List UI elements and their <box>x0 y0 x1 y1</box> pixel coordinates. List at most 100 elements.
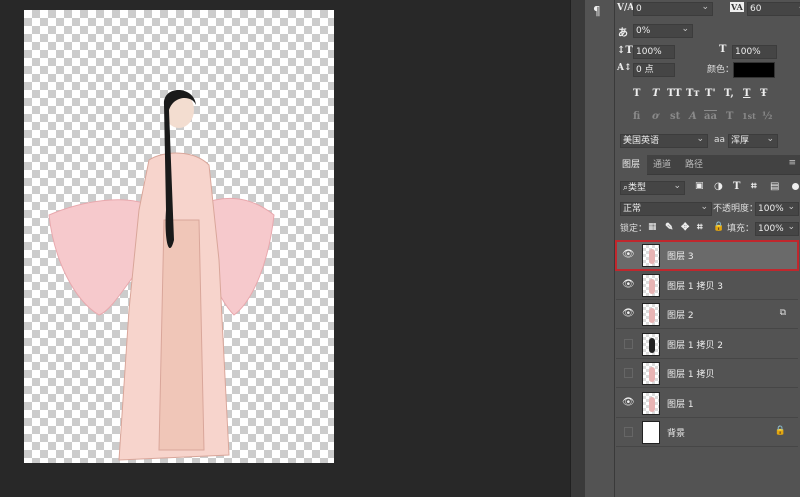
layer-name: 图层 1 拷贝 2 <box>667 340 724 351</box>
lock-transparent-icon[interactable]: ▦ <box>648 222 657 232</box>
layer-row[interactable]: 👁 图层 3 <box>615 240 799 271</box>
fractions-button[interactable]: ½ <box>762 111 772 122</box>
lock-all-icon[interactable]: 🔒 <box>713 222 724 232</box>
titling-alternates-button[interactable]: T <box>726 111 733 122</box>
panel-menu-icon[interactable]: ≡ <box>788 158 796 168</box>
filter-pixel-icon[interactable]: ▣ <box>695 181 704 191</box>
layer-thumbnail <box>642 362 660 385</box>
tracking-value: 60 <box>750 4 762 14</box>
filter-adjustment-icon[interactable]: ◑ <box>714 181 723 192</box>
document-canvas[interactable] <box>24 10 334 463</box>
eye-icon[interactable]: 👁 <box>622 309 635 319</box>
underline-button[interactable]: T <box>743 88 750 99</box>
fill-field[interactable]: 100% <box>755 221 799 236</box>
eye-icon[interactable]: 👁 <box>622 250 635 260</box>
eye-icon[interactable]: 👁 <box>622 279 635 290</box>
blend-mode-value: 正常 <box>623 204 642 214</box>
opacity-label: 不透明度： <box>713 204 759 214</box>
antialias-value: 浑厚 <box>731 136 750 146</box>
filter-smart-object-icon[interactable]: ▤ <box>770 181 779 192</box>
layer-row[interactable]: 👁 图层 1 拷贝 3 <box>616 271 798 300</box>
layer-thumbnail <box>642 332 660 356</box>
horizontal-scale-field[interactable]: 100% <box>732 45 777 59</box>
figure-image <box>48 90 275 461</box>
layer-row[interactable]: 图层 1 拷贝 2 <box>616 330 798 359</box>
filter-type-icon[interactable]: T <box>733 181 740 192</box>
faux-bold-button[interactable]: T <box>633 88 640 99</box>
language-value: 美国英语 <box>623 136 660 146</box>
stylistic-alternates-button[interactable]: aa <box>704 111 717 122</box>
swash-button[interactable]: A <box>689 111 697 122</box>
layer-name: 图层 3 <box>667 252 694 262</box>
ordinals-button[interactable]: 1st <box>742 111 756 121</box>
superscript-button[interactable]: T' <box>705 88 716 99</box>
all-caps-button[interactable]: TT <box>667 88 682 99</box>
filter-value: 类型 <box>628 183 647 193</box>
small-caps-button[interactable]: Tт <box>686 88 700 99</box>
layer-name: 图层 2 <box>667 311 694 321</box>
visibility-toggle[interactable] <box>624 368 633 378</box>
layer-row[interactable]: 👁 图层 2 ⧉ <box>616 300 798 329</box>
tab-channels[interactable]: 通道 <box>646 155 678 175</box>
vertical-scale-field[interactable]: 100% <box>633 45 675 59</box>
old-style-button[interactable]: ơ <box>652 111 659 122</box>
blend-mode-select[interactable]: 正常 <box>620 201 712 216</box>
tab-paths[interactable]: 路径 <box>678 155 710 175</box>
opacity-field[interactable]: 100% <box>755 201 799 216</box>
vertical-scale-value: 100% <box>636 47 662 57</box>
tsume-value: 0% <box>636 26 651 36</box>
canvas-area[interactable] <box>0 0 570 497</box>
layer-name: 图层 1 拷贝 3 <box>667 281 724 292</box>
kerning-value: 0 <box>636 4 642 14</box>
antialias-icon: aa <box>714 135 726 145</box>
smart-object-icon: ⧉ <box>779 308 786 318</box>
eye-icon[interactable]: 👁 <box>622 397 635 408</box>
color-swatch[interactable] <box>733 62 775 78</box>
kerning-field[interactable]: 0 <box>633 1 713 16</box>
layer-row[interactable]: 👁 图层 1 <box>616 389 798 418</box>
kerning-icon: V/A <box>617 3 635 13</box>
lock-brush-icon[interactable]: ✎ <box>665 222 673 233</box>
language-select[interactable]: 美国英语 <box>620 133 708 148</box>
baseline-shift-icon: A↕ <box>617 63 632 73</box>
layer-thumbnail <box>642 273 660 297</box>
layer-name: 背景 <box>667 429 686 439</box>
visibility-toggle[interactable] <box>624 338 633 349</box>
tab-layers[interactable]: 图层 <box>615 155 648 175</box>
lock-move-icon[interactable]: ✥ <box>681 222 689 233</box>
layer-filter-select[interactable]: ⌕类型 <box>620 180 685 195</box>
lock-artboard-icon[interactable]: ⌗ <box>697 222 703 233</box>
layer-thumbnail <box>642 303 660 326</box>
fill-value: 100% <box>758 224 784 234</box>
scroll-strip <box>570 0 585 497</box>
layer-name: 图层 1 <box>667 399 694 410</box>
layer-thumbnail <box>642 421 660 444</box>
ligatures-button[interactable]: fi <box>633 111 640 122</box>
color-label: 颜色： <box>707 65 735 75</box>
panel-icon-column: ¶ <box>585 0 615 497</box>
horizontal-scale-value: 100% <box>735 47 761 57</box>
right-panel: V/A 0 VA 60 あ 0% ↕T 100% T 100% A↕ 0 点 颜… <box>615 0 800 497</box>
lock-icon: 🔒 <box>774 426 786 436</box>
subscript-button[interactable]: T, <box>724 88 734 99</box>
strikethrough-button[interactable]: Ŧ <box>760 88 767 99</box>
layer-row[interactable]: 背景 🔒 <box>616 418 798 447</box>
tracking-field[interactable]: 60 <box>747 1 800 16</box>
faux-italic-button[interactable]: T <box>652 88 659 99</box>
baseline-shift-value: 0 点 <box>636 65 654 75</box>
opacity-value: 100% <box>758 204 784 214</box>
vertical-scale-icon: ↕T <box>617 45 633 56</box>
baseline-shift-field[interactable]: 0 点 <box>633 63 675 77</box>
visibility-toggle[interactable] <box>624 427 633 437</box>
layer-thumbnail <box>642 244 660 267</box>
filter-toggle[interactable] <box>792 183 799 190</box>
layer-row[interactable]: 图层 1 拷贝 <box>616 359 798 388</box>
layer-thumbnail <box>642 391 660 415</box>
tsume-field[interactable]: 0% <box>633 23 693 38</box>
paragraph-panel-icon[interactable]: ¶ <box>593 4 601 18</box>
tracking-icon: VA <box>730 2 744 12</box>
filter-shape-icon[interactable]: ⌗ <box>751 181 757 192</box>
discretionary-ligatures-button[interactable]: st <box>670 111 680 122</box>
fill-label: 填充： <box>727 224 755 234</box>
antialias-select[interactable]: 浑厚 <box>728 133 778 148</box>
